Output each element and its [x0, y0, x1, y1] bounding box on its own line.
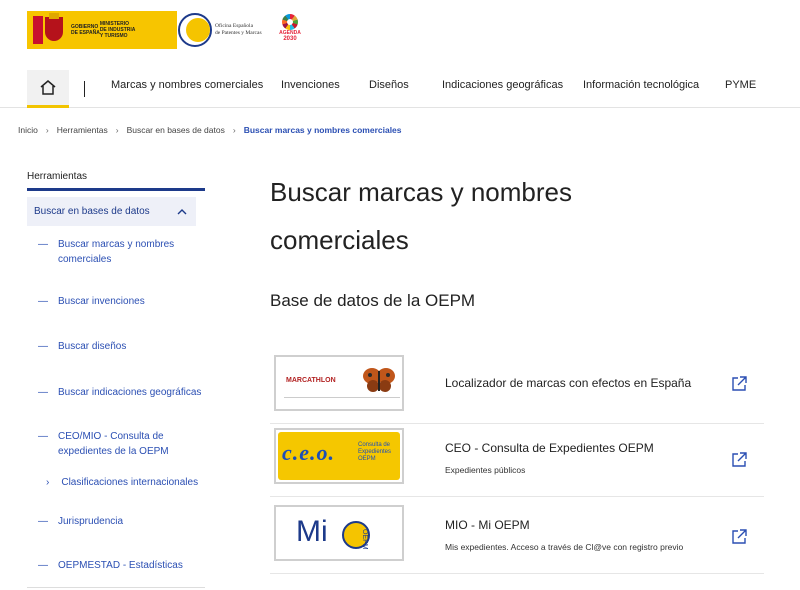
- gov-logo-text: DE ESPAÑA: [71, 30, 100, 36]
- main-nav: Marcas y nombres comerciales Invenciones…: [0, 65, 800, 108]
- chevron-right-icon: ›: [46, 477, 50, 488]
- sidebar-item-label: Buscar marcas y nombres comerciales: [58, 239, 175, 265]
- sidebar-item-label: CEO/MIO - Consulta de expedientes de la …: [58, 431, 169, 457]
- resource-row-localizador[interactable]: MARCATHLON Localizador de marcas con efe…: [270, 351, 764, 424]
- resource-title[interactable]: Localizador de marcas con efectos en Esp…: [445, 376, 691, 390]
- external-link-icon[interactable]: [730, 451, 748, 469]
- home-icon: [40, 80, 56, 95]
- sidebar-divider: [27, 188, 205, 191]
- page-title: Buscar marcas y nombres comerciales: [270, 177, 572, 255]
- sidebar-item-label: Jurisprudencia: [58, 516, 124, 527]
- breadcrumb-current: Buscar marcas y nombres comerciales: [243, 125, 402, 135]
- breadcrumb-bases-datos[interactable]: Buscar en bases de datos: [127, 125, 225, 135]
- nav-item-invenciones[interactable]: Invenciones: [281, 79, 340, 91]
- sidebar-item-label: Buscar diseños: [58, 341, 127, 352]
- dash-icon: —: [38, 387, 48, 398]
- resource-title[interactable]: MIO - Mi OEPM: [445, 518, 530, 532]
- oepm-logo-text: de Patentes y Marcas: [215, 30, 262, 36]
- dash-icon: —: [38, 341, 48, 352]
- dash-icon: —: [38, 431, 48, 442]
- thumbnail-text: MARCATHLON: [286, 377, 336, 384]
- external-link-icon[interactable]: [730, 375, 748, 393]
- breadcrumb: Inicio › Herramientas › Buscar en bases de d…: [18, 125, 402, 135]
- sidebar-subitem-clasificaciones[interactable]: › Clasificaciones internacionales: [46, 477, 198, 488]
- resource-row-mio[interactable]: Mi OEPM MIO - Mi OEPM Mis expedientes. A…: [270, 501, 764, 574]
- sidebar-section-label: Buscar en bases de datos: [34, 206, 150, 217]
- resource-description: Mis expedientes. Acceso a través de Cl@v…: [445, 542, 684, 552]
- nav-item-disenos[interactable]: Diseños: [369, 79, 409, 91]
- coat-of-arms-icon: [27, 11, 71, 49]
- marcathlon-thumbnail[interactable]: MARCATHLON: [274, 355, 404, 411]
- breadcrumb-chevron-icon: ›: [232, 125, 236, 135]
- nav-divider: [84, 81, 85, 97]
- dash-icon: —: [38, 296, 48, 307]
- mio-thumbnail[interactable]: Mi OEPM: [274, 505, 404, 561]
- nav-item-informacion[interactable]: Información tecnológica: [583, 79, 699, 91]
- breadcrumb-chevron-icon: ›: [45, 125, 49, 135]
- gobierno-logo[interactable]: GOBIERNO DE ESPAÑA MINISTERIO DE INDUSTR…: [27, 11, 177, 49]
- resource-row-ceo[interactable]: c.e.o. Consulta de Expedientes OEPM CEO …: [270, 424, 764, 497]
- oepm-logo[interactable]: Oficina Española de Patentes y Marcas: [178, 11, 272, 49]
- sdg-wheel-icon: [282, 14, 298, 30]
- sidebar-section-bases-datos[interactable]: Buscar en bases de datos: [27, 197, 196, 226]
- nav-item-indicaciones[interactable]: Indicaciones geográficas: [442, 79, 563, 91]
- dash-icon: —: [38, 239, 48, 250]
- nav-item-marcas[interactable]: Marcas y nombres comerciales: [111, 79, 263, 91]
- sidebar-item-label: OEPMESTAD - Estadísticas: [58, 560, 183, 571]
- sidebar-bottom-divider: [27, 587, 205, 588]
- butterfly-icon: [363, 368, 395, 392]
- sidebar-subitem-label: Clasificaciones internacionales: [61, 477, 199, 488]
- home-button[interactable]: [27, 70, 69, 108]
- thumbnail-subtext: OEPM: [361, 529, 368, 550]
- top-bar: GOBIERNO DE ESPAÑA MINISTERIO DE INDUSTR…: [0, 0, 800, 60]
- nav-item-pyme[interactable]: PYME: [725, 79, 756, 91]
- resource-title[interactable]: CEO - Consulta de Expedientes OEPM: [445, 441, 654, 455]
- thumbnail-subtext: Consulta de Expedientes OEPM: [358, 442, 392, 462]
- agenda-2030-logo[interactable]: AGENDA 2030: [278, 14, 302, 48]
- sidebar-title: Herramientas: [27, 171, 88, 182]
- thumbnail-text: Mi: [296, 515, 328, 548]
- thumbnail-text: c.e.o.: [282, 440, 336, 465]
- ministry-logo-text: Y TURISMO: [99, 33, 128, 39]
- breadcrumb-inicio[interactable]: Inicio: [18, 125, 38, 135]
- chevron-up-icon[interactable]: [177, 207, 187, 217]
- agenda-year: 2030: [283, 36, 297, 42]
- breadcrumb-herramientas[interactable]: Herramientas: [57, 125, 108, 135]
- sidebar-item-label: Buscar invenciones: [58, 296, 145, 307]
- oepm-mark-icon: [178, 13, 212, 47]
- dash-icon: —: [38, 560, 48, 571]
- oepm-logo-text: Oficina Española: [215, 23, 254, 29]
- external-link-icon[interactable]: [730, 528, 748, 546]
- breadcrumb-chevron-icon: ›: [115, 125, 119, 135]
- dash-icon: —: [38, 516, 48, 527]
- resource-description: Expedientes públicos: [445, 465, 526, 475]
- ceo-thumbnail[interactable]: c.e.o. Consulta de Expedientes OEPM: [274, 428, 404, 484]
- section-title: Base de datos de la OEPM: [270, 291, 476, 310]
- sidebar-item-label: Buscar indicaciones geográficas: [58, 387, 202, 398]
